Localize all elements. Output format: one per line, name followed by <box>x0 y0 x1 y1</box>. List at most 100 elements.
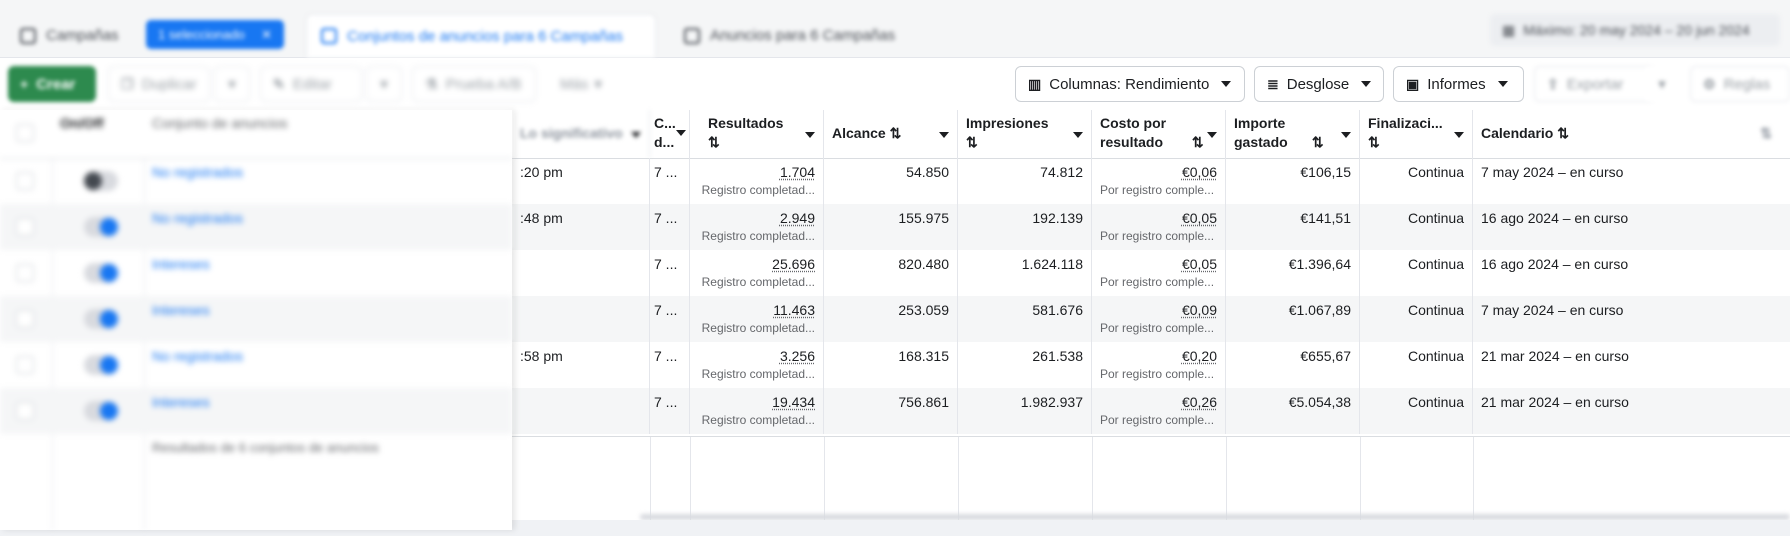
delivery-toggle[interactable] <box>84 355 118 375</box>
table-row[interactable]: Intereses <box>0 250 512 296</box>
chevron-down-icon: ▾ <box>228 76 236 93</box>
table-row[interactable]: :58 pm 7 ... 3.256 Registro completad... 168… <box>512 342 1790 388</box>
cost-per-result-cell[interactable]: €0,09 Por registro comple... <box>1092 296 1226 342</box>
results-cell[interactable]: 11.463 Registro completad... <box>690 296 824 342</box>
results-value[interactable]: 25.696 <box>698 256 815 272</box>
reach-header[interactable]: Alcance ⇅ <box>824 110 958 158</box>
delivery-toggle[interactable] <box>84 401 118 421</box>
select-all-checkbox[interactable] <box>16 124 34 142</box>
delivery-toggle[interactable] <box>84 217 118 237</box>
table-row[interactable]: No registrados <box>0 158 512 204</box>
tab-campaigns[interactable]: Campañas <box>6 14 146 57</box>
cost-per-result-cell[interactable]: €0,26 Por registro comple... <box>1092 388 1226 434</box>
create-button[interactable]: + Crear <box>8 66 96 102</box>
cost-per-result-header[interactable]: Costo por resultado ⇅ <box>1092 110 1226 158</box>
results-cell[interactable]: 2.949 Registro completad... <box>690 204 824 250</box>
table-row[interactable]: 7 ... 25.696 Registro completad... 820.480 1… <box>512 250 1790 296</box>
ends-header[interactable]: Finalizaci... ⇅ <box>1360 110 1473 158</box>
sort-icon[interactable]: ⇅ <box>708 133 815 152</box>
amount-spent-value: €106,15 <box>1300 164 1351 180</box>
onoff-header[interactable]: On/Off <box>52 110 144 158</box>
name-header[interactable]: Conjunto de anuncios <box>144 110 512 158</box>
table-row[interactable]: 7 ... 19.434 Registro completad... 756.861 1… <box>512 388 1790 434</box>
export-menu-button[interactable]: ▾ <box>1644 66 1680 102</box>
duplicate-menu-button[interactable]: ▾ <box>214 66 250 102</box>
breakdown-button[interactable]: ≣ Desglose <box>1254 66 1384 102</box>
sort-icon[interactable]: ⇅ <box>966 133 1083 152</box>
table-row[interactable]: 7 ... 11.463 Registro completad... 253.059 5… <box>512 296 1790 342</box>
results-cell[interactable]: 25.696 Registro completad... <box>690 250 824 296</box>
sort-icon[interactable]: ⇅ <box>1368 133 1464 152</box>
table-row[interactable]: No registrados <box>0 204 512 250</box>
results-value[interactable]: 1.704 <box>698 164 815 180</box>
table-row[interactable]: :20 pm 7 ... 1.704 Registro completad... 54.… <box>512 158 1790 204</box>
schedule-value: 7 may 2024 – en curso <box>1481 302 1624 318</box>
cost-per-result-value[interactable]: €0,05 <box>1100 210 1217 226</box>
amount-spent-header[interactable]: Importe gastado ⇅ <box>1226 110 1360 158</box>
results-cell[interactable]: 1.704 Registro completad... <box>690 158 824 204</box>
duplicate-button[interactable]: ❐ Duplicar <box>108 66 210 102</box>
cost-per-result-value[interactable]: €0,05 <box>1100 256 1217 272</box>
table-row[interactable]: No registrados <box>0 342 512 388</box>
results-value[interactable]: 19.434 <box>698 394 815 410</box>
date-range-picker[interactable]: ▦ Máximo: 20 may 2024 – 20 jun 2024 <box>1490 14 1780 46</box>
reach-cell: 253.059 <box>824 296 958 342</box>
sort-icon[interactable]: ⇅ <box>1192 134 1204 150</box>
c-header[interactable]: C... d... <box>650 110 690 158</box>
cost-per-result-value[interactable]: €0,20 <box>1100 348 1217 364</box>
export-button[interactable]: ⇪ Exportar <box>1534 66 1654 102</box>
results-cell[interactable]: 19.434 Registro completad... <box>690 388 824 434</box>
sort-icon[interactable]: ⇅ <box>1312 134 1324 150</box>
tab-ads[interactable]: Anuncios para 6 Campañas <box>670 14 960 57</box>
row-checkbox[interactable] <box>16 402 34 420</box>
impressions-header[interactable]: Impresiones ⇅ <box>958 110 1092 158</box>
edit-button[interactable]: ✎ Editar <box>260 66 362 102</box>
row-checkbox[interactable] <box>16 310 34 328</box>
close-icon[interactable]: ✕ <box>261 27 272 43</box>
reports-button[interactable]: ▣ Informes <box>1393 66 1524 102</box>
edit-menu-button[interactable]: ▾ <box>366 66 402 102</box>
c-cell: 7 ... <box>650 296 690 342</box>
adset-name-link[interactable]: Intereses <box>152 256 210 272</box>
cost-per-result-value[interactable]: €0,09 <box>1100 302 1217 318</box>
adset-name-link[interactable]: No registrados <box>152 164 243 180</box>
sort-icon[interactable]: ⇅ <box>890 125 902 141</box>
cost-per-result-value[interactable]: €0,26 <box>1100 394 1217 410</box>
report-icon: ▣ <box>1406 75 1420 92</box>
selected-campaigns-badge[interactable]: 1 seleccionado ✕ <box>146 20 284 49</box>
tab-adsets[interactable]: Conjuntos de anuncios para 6 Campañas <box>306 14 656 57</box>
results-cell[interactable]: 3.256 Registro completad... <box>690 342 824 388</box>
adset-name-link[interactable]: Intereses <box>152 302 210 318</box>
cost-per-result-value[interactable]: €0,06 <box>1100 164 1217 180</box>
results-value[interactable]: 2.949 <box>698 210 815 226</box>
schedule-header[interactable]: Calendario ⇅ ⇅ <box>1473 110 1790 158</box>
cost-per-result-cell[interactable]: €0,20 Por registro comple... <box>1092 342 1226 388</box>
cost-per-result-cell[interactable]: €0,05 Por registro comple... <box>1092 204 1226 250</box>
table-row[interactable]: Intereses <box>0 388 512 434</box>
ab-test-button[interactable]: ⚗ Prueba A/B <box>412 66 536 102</box>
results-value[interactable]: 11.463 <box>698 302 815 318</box>
row-checkbox[interactable] <box>16 264 34 282</box>
adset-name-link[interactable]: Intereses <box>152 394 210 410</box>
columns-button[interactable]: ▥ Columnas: Rendimiento <box>1015 66 1245 102</box>
results-value[interactable]: 3.256 <box>698 348 815 364</box>
cost-per-result-cell[interactable]: €0,05 Por registro comple... <box>1092 250 1226 296</box>
adset-name-link[interactable]: No registrados <box>152 348 243 364</box>
table-row[interactable]: :48 pm 7 ... 2.949 Registro completad... 155… <box>512 204 1790 250</box>
adset-name-link[interactable]: No registrados <box>152 210 243 226</box>
delivery-toggle[interactable] <box>84 263 118 283</box>
significant-header[interactable]: Lo significativo <box>512 110 650 158</box>
row-checkbox[interactable] <box>16 172 34 190</box>
rules-button[interactable]: ⚙ Reglas <box>1690 66 1790 102</box>
cost-per-result-cell[interactable]: €0,06 Por registro comple... <box>1092 158 1226 204</box>
toggle-knob <box>100 356 118 374</box>
results-header[interactable]: Resultados ⇅ <box>690 110 824 158</box>
row-checkbox[interactable] <box>16 218 34 236</box>
sort-icon[interactable]: ⇅ <box>1557 125 1569 141</box>
table-row[interactable]: Intereses <box>0 296 512 342</box>
delivery-toggle[interactable] <box>84 309 118 329</box>
delivery-toggle[interactable] <box>84 171 118 191</box>
more-button[interactable]: Más ▾ <box>548 66 618 102</box>
sort-icon[interactable]: ⇅ <box>1760 124 1772 143</box>
row-checkbox[interactable] <box>16 356 34 374</box>
